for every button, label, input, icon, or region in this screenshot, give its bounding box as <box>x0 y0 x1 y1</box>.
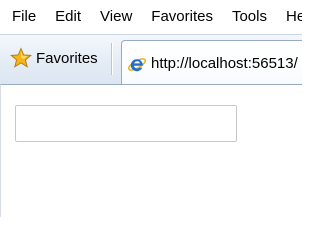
page-content <box>0 84 302 217</box>
toolbar-separator <box>111 43 113 75</box>
favorites-button[interactable]: Favorites <box>5 43 104 73</box>
ie-icon <box>127 54 147 74</box>
tab-localhost[interactable]: http://localhost:56513/ <box>121 40 302 84</box>
text-input[interactable] <box>15 105 237 142</box>
menu-bar: File Edit View Favorites Tools He <box>0 0 302 34</box>
favorites-label: Favorites <box>36 49 98 67</box>
favorites-bar: Favorites http://localhost:56513/ <box>0 34 302 84</box>
star-icon <box>10 47 32 69</box>
menu-edit[interactable]: Edit <box>55 0 81 34</box>
tab-title: http://localhost:56513/ <box>151 55 298 72</box>
menu-view[interactable]: View <box>100 0 132 34</box>
menu-help[interactable]: He <box>286 0 302 34</box>
menu-file[interactable]: File <box>12 0 36 34</box>
menu-favorites[interactable]: Favorites <box>151 0 213 34</box>
menu-tools[interactable]: Tools <box>232 0 267 34</box>
